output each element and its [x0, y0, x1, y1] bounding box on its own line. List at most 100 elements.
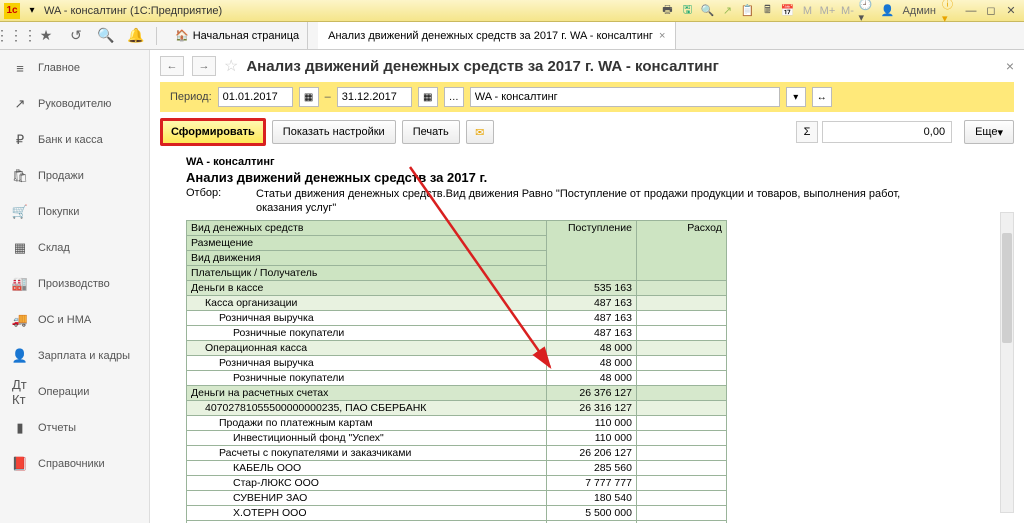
vertical-scrollbar[interactable]	[1000, 212, 1014, 513]
forward-button[interactable]: →	[192, 56, 216, 76]
sidebar-label: Главное	[38, 62, 80, 74]
sidebar-item-0[interactable]: ≡ Главное	[0, 50, 149, 86]
sidebar-icon: ▮	[12, 420, 28, 436]
date-from-input[interactable]	[218, 87, 293, 107]
sidebar-icon: ≡	[12, 60, 28, 76]
calc-icon[interactable]: 🖩	[758, 3, 776, 19]
table-row[interactable]: Касса организации487 163	[187, 295, 727, 310]
table-row[interactable]: Розничная выручка48 000	[187, 355, 727, 370]
sidebar-item-10[interactable]: ▮ Отчеты	[0, 410, 149, 446]
row-out	[636, 385, 726, 400]
sum-input[interactable]	[822, 121, 952, 143]
table-row[interactable]: Розничная выручка487 163	[187, 310, 727, 325]
period-picker-button[interactable]: …	[444, 87, 464, 107]
row-out	[636, 415, 726, 430]
active-tab[interactable]: Анализ движений денежных средств за 2017…	[318, 22, 676, 49]
sum-icon[interactable]: Σ	[796, 121, 818, 143]
header-payer: Плательщик / Получатель	[187, 265, 547, 280]
calendar-icon[interactable]: 📅	[778, 3, 796, 19]
table-row[interactable]: 40702781055500000000235, ПАО СБЕРБАНК26 …	[187, 400, 727, 415]
sidebar-item-4[interactable]: 🛒Покупки	[0, 194, 149, 230]
table-row[interactable]: Продажи по платежным картам110 000	[187, 415, 727, 430]
table-row[interactable]: Инвестиционный фонд "Успех"110 000	[187, 430, 727, 445]
home-tab[interactable]: 🏠 Начальная страница	[167, 22, 308, 49]
row-label: Продажи по платежным картам	[187, 415, 547, 430]
row-out	[636, 280, 726, 295]
link-icon[interactable]: ↗	[718, 3, 736, 19]
table-row[interactable]: Деньги в кассе535 163	[187, 280, 727, 295]
bell-icon[interactable]: 🔔	[126, 26, 146, 46]
table-row[interactable]: Операционная касса48 000	[187, 340, 727, 355]
search-icon[interactable]: 🔍	[698, 3, 716, 19]
info-icon[interactable]: ⓘ ▾	[942, 3, 960, 19]
table-row[interactable]: КАБЕЛЬ ООО285 560	[187, 460, 727, 475]
apps-icon[interactable]: ⋮⋮⋮	[6, 26, 26, 46]
company-open-icon[interactable]: ↔	[812, 87, 832, 107]
print-icon[interactable]: 🖶	[658, 3, 676, 19]
table-row[interactable]: Стар-ЛЮКС ООО7 777 777	[187, 475, 727, 490]
sidebar-item-3[interactable]: 🛍Продажи	[0, 158, 149, 194]
row-value: 26 206 127	[546, 445, 636, 460]
row-out	[636, 445, 726, 460]
sidebar-item-1[interactable]: ↗Руководителю	[0, 86, 149, 122]
search2-icon[interactable]: 🔍	[96, 26, 116, 46]
close-window-icon[interactable]: ✕	[1002, 3, 1020, 19]
mplus-icon[interactable]: M+	[818, 3, 836, 19]
maximize-icon[interactable]: ◻	[982, 3, 1000, 19]
sidebar-label: Отчеты	[38, 422, 76, 434]
table-row[interactable]: Х.ОТЕРН ООО5 500 000	[187, 505, 727, 520]
table-row[interactable]: Деньги на расчетных счетах26 376 127	[187, 385, 727, 400]
favorite-icon[interactable]: ☆	[224, 56, 238, 76]
row-value: 110 000	[546, 415, 636, 430]
date-from-calendar-icon[interactable]: ▦	[299, 87, 319, 107]
sidebar-label: ОС и НМА	[38, 314, 91, 326]
tab-close-icon[interactable]: ×	[659, 30, 665, 42]
show-settings-button[interactable]: Показать настройки	[272, 120, 396, 144]
company-dropdown-icon[interactable]: ▾	[786, 87, 806, 107]
date-to-input[interactable]	[337, 87, 412, 107]
period-bar: Период: ▦ – ▦ … ▾ ↔	[160, 82, 1014, 112]
star-icon[interactable]: ★	[36, 26, 56, 46]
mminus-icon[interactable]: M-	[838, 3, 856, 19]
row-value: 180 540	[546, 490, 636, 505]
m-icon[interactable]: M	[798, 3, 816, 19]
table-row[interactable]: СУВЕНИР ЗАО180 540	[187, 490, 727, 505]
print-button[interactable]: Печать	[402, 120, 460, 144]
dropdown-icon[interactable]: ▾	[24, 3, 40, 19]
scrollbar-thumb[interactable]	[1002, 233, 1012, 343]
app-icon: 1c	[4, 3, 20, 19]
sidebar-item-8[interactable]: 👤Зарплата и кадры	[0, 338, 149, 374]
sidebar-label: Покупки	[38, 206, 79, 218]
row-out	[636, 355, 726, 370]
header-movementtype: Вид движения	[187, 250, 547, 265]
generate-button[interactable]: Сформировать	[160, 118, 266, 146]
clipboard-icon[interactable]: 📋	[738, 3, 756, 19]
close-page-icon[interactable]: ×	[1006, 58, 1014, 74]
sidebar-item-5[interactable]: ▦Склад	[0, 230, 149, 266]
table-row[interactable]: Расчеты с покупателями и заказчиками26 2…	[187, 445, 727, 460]
date-to-calendar-icon[interactable]: ▦	[418, 87, 438, 107]
sidebar-item-2[interactable]: ₽Банк и касса	[0, 122, 149, 158]
table-row[interactable]: Розничные покупатели487 163	[187, 325, 727, 340]
save-icon[interactable]: 🖫	[678, 3, 696, 19]
row-label: Розничная выручка	[187, 355, 547, 370]
company-input[interactable]	[470, 87, 780, 107]
row-label: Деньги в кассе	[187, 280, 547, 295]
row-value: 285 560	[546, 460, 636, 475]
history-icon[interactable]: ↺	[66, 26, 86, 46]
sidebar-item-9[interactable]: Дт КтОперации	[0, 374, 149, 410]
content-header: ← → ☆ Анализ движений денежных средств з…	[150, 50, 1024, 82]
sidebar-item-11[interactable]: 📕Справочники	[0, 446, 149, 482]
sidebar-icon: 🛍	[12, 168, 28, 184]
clock-icon[interactable]: 🕘▾	[858, 3, 876, 19]
filter-value: Статьи движения денежных средств.Вид дви…	[256, 187, 906, 216]
user-icon[interactable]: 👤	[878, 3, 896, 19]
mail-button[interactable]: ✉	[466, 120, 494, 144]
sidebar-item-6[interactable]: 🏭Производство	[0, 266, 149, 302]
sidebar-item-7[interactable]: 🚚ОС и НМА	[0, 302, 149, 338]
table-row[interactable]: Розничные покупатели48 000	[187, 370, 727, 385]
row-label: Розничные покупатели	[187, 370, 547, 385]
minimize-icon[interactable]: —	[962, 3, 980, 19]
more-button[interactable]: Еще ▾	[964, 120, 1014, 144]
back-button[interactable]: ←	[160, 56, 184, 76]
